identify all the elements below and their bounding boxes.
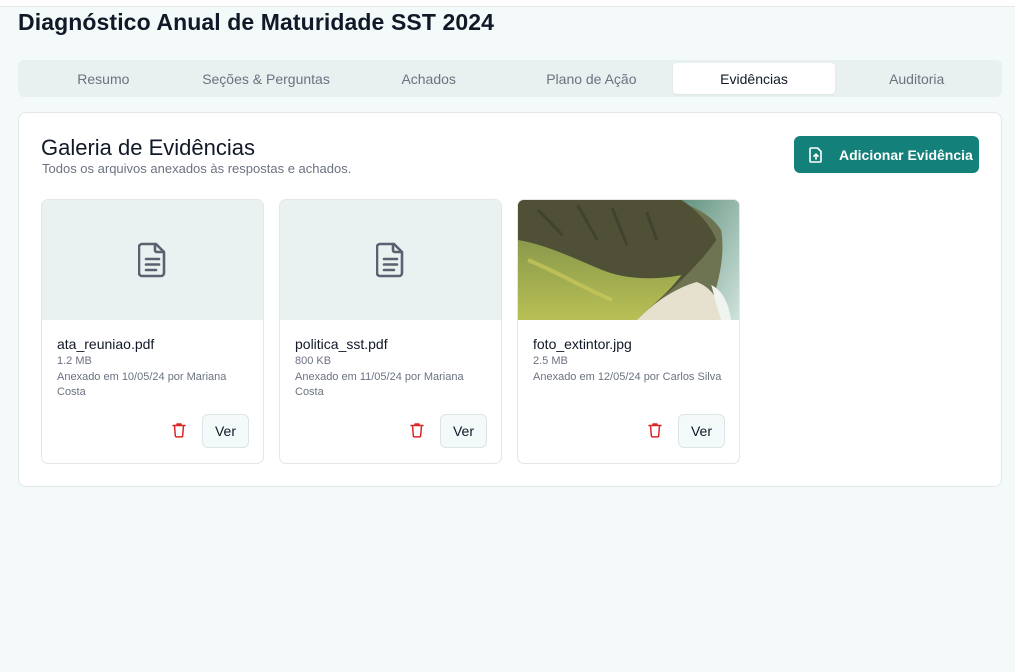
tab-plano-de-acao[interactable]: Plano de Ação [510,63,673,94]
view-button[interactable]: Ver [202,414,249,448]
file-name: ata_reuniao.pdf [57,336,155,352]
view-button[interactable]: Ver [440,414,487,448]
tab-achados[interactable]: Achados [347,63,510,94]
file-attached-info: Anexado em 12/05/24 por Carlos Silva [533,371,722,383]
file-thumbnail [42,200,263,320]
file-thumbnail [280,200,501,320]
gallery-subtitle: Todos os arquivos anexados às respostas … [42,161,352,176]
trash-icon[interactable] [172,422,186,438]
tab-auditoria[interactable]: Auditoria [835,63,998,94]
tab-bar: Resumo Seções & Perguntas Achados Plano … [18,60,1002,97]
gallery-title: Galeria de Evidências [41,135,256,160]
file-size: 800 KB [295,355,332,367]
trash-icon[interactable] [410,422,424,438]
evidence-card: foto_extintor.jpg 2.5 MB Anexado em 12/0… [517,199,740,464]
add-evidence-label: Adicionar Evidência [839,146,973,163]
coastal-cliff-photo [518,200,739,320]
page-title: Diagnóstico Anual de Maturidade SST 2024 [18,9,495,35]
file-upload-icon [809,146,823,163]
document-icon [375,242,403,278]
file-size: 2.5 MB [533,355,568,367]
image-thumbnail [518,200,739,320]
top-bar [0,0,1015,7]
tab-evidencias[interactable]: Evidências [672,63,836,94]
view-button[interactable]: Ver [678,414,725,448]
add-evidence-button[interactable]: Adicionar Evidência [794,136,979,173]
trash-icon[interactable] [648,422,662,438]
evidence-card: ata_reuniao.pdf 1.2 MB Anexado em 10/05/… [41,199,264,464]
tab-secoes-perguntas[interactable]: Seções & Perguntas [185,63,348,94]
file-size: 1.2 MB [57,355,92,367]
file-attached-info: Anexado em 11/05/24 por Mariana Costa [295,371,464,398]
document-icon [137,242,165,278]
evidence-gallery-panel: Galeria de Evidências Todos os arquivos … [18,112,1002,487]
file-name: foto_extintor.jpg [533,336,632,352]
file-attached-info: Anexado em 10/05/24 por Mariana Costa [57,371,227,398]
tab-resumo[interactable]: Resumo [22,63,185,94]
file-name: politica_sst.pdf [295,336,388,352]
evidence-card: politica_sst.pdf 800 KB Anexado em 11/05… [279,199,502,464]
